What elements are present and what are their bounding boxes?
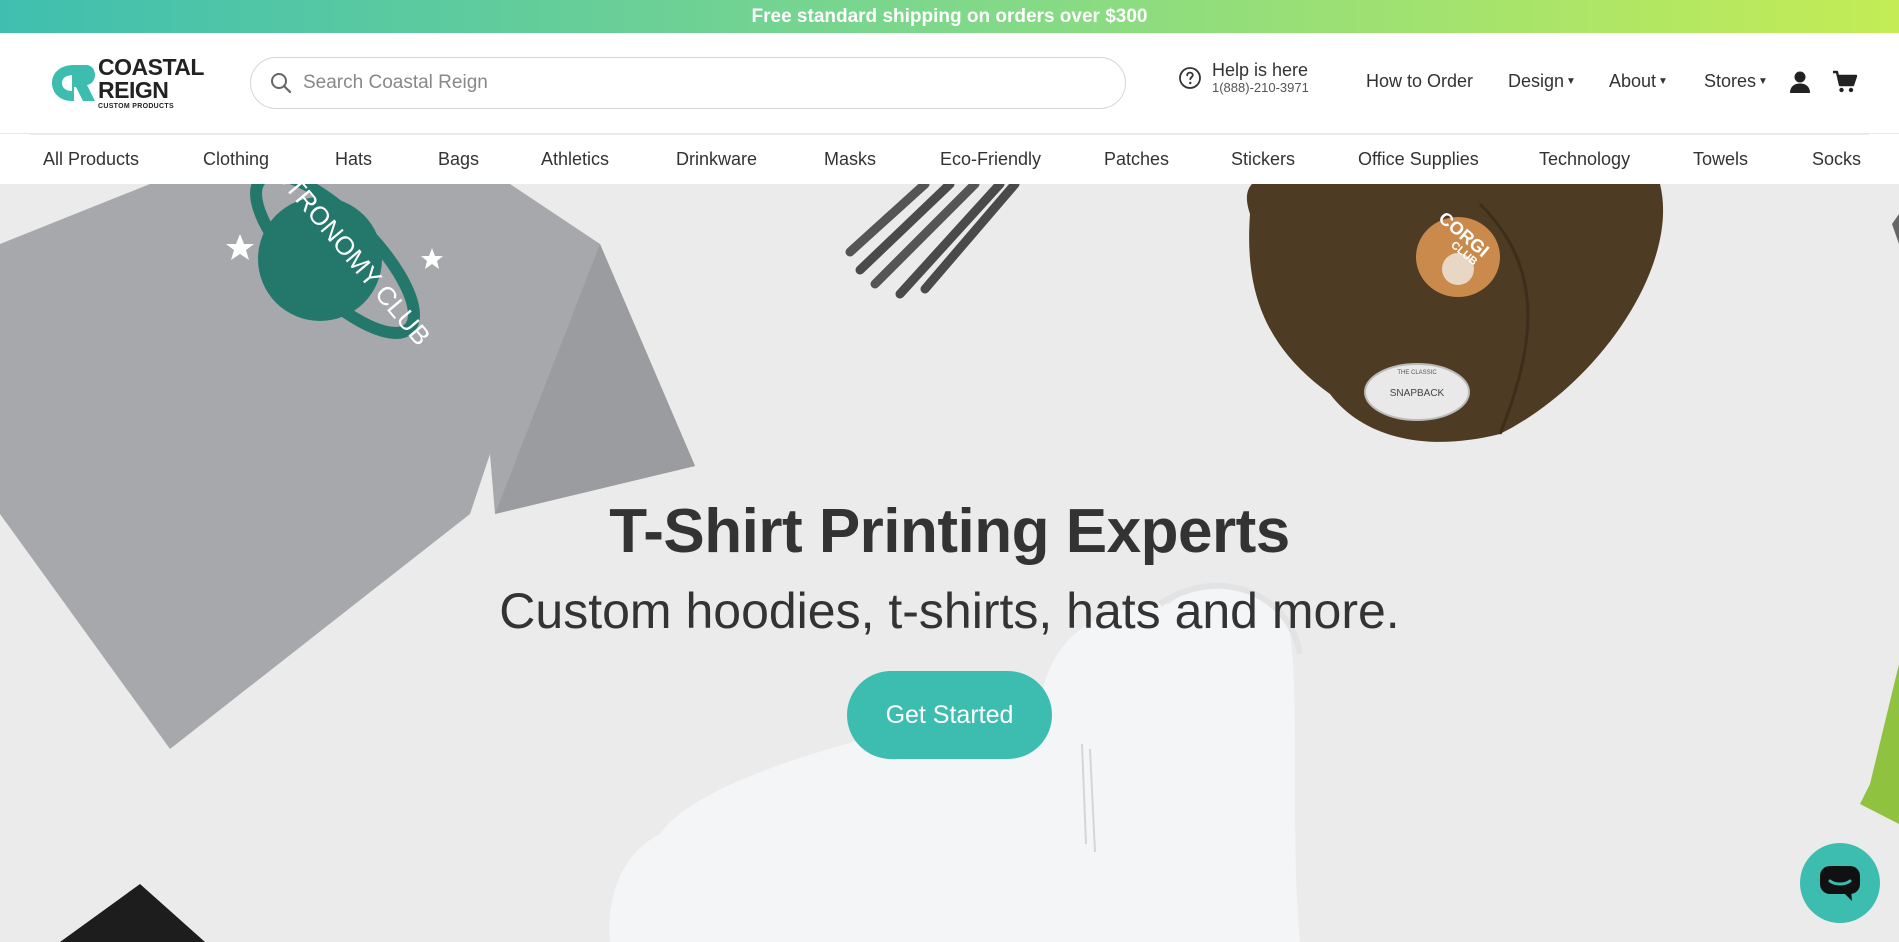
hat-patch-top: THE CLASSIC — [1397, 370, 1437, 376]
caret-down-icon: ▼ — [1566, 76, 1576, 87]
category-all-products[interactable]: All Products — [43, 149, 139, 170]
category-hats[interactable]: Hats — [335, 149, 372, 170]
get-started-button[interactable]: Get Started — [847, 671, 1052, 759]
tshirt-image: ASTRONOMY CLUB — [0, 184, 695, 749]
category-nav: All Products Clothing Hats Bags Athletic… — [0, 133, 1899, 184]
brand-tagline: CUSTOM PRODUCTS — [98, 103, 174, 110]
search-icon — [271, 73, 292, 94]
category-socks[interactable]: Socks — [1812, 149, 1861, 170]
green-product-image — [1860, 664, 1899, 824]
nav-about[interactable]: About ▼ — [1609, 71, 1668, 92]
cart-icon[interactable] — [1832, 69, 1858, 95]
help-phone[interactable]: 1(888)-210-3971 — [1212, 80, 1309, 95]
promo-text: Free standard shipping on orders over $3… — [751, 5, 1148, 27]
chat-icon — [1820, 866, 1860, 901]
hero-section: ASTRONOMY CLUB CORGI CLUB THE CLASSIC SN… — [0, 184, 1899, 942]
search-bar[interactable] — [250, 57, 1126, 109]
divider — [30, 134, 1869, 135]
help-icon — [1179, 67, 1201, 89]
brand-line2: REIGN — [98, 77, 169, 103]
caret-down-icon: ▼ — [1658, 76, 1668, 87]
nav-design-label: Design — [1508, 71, 1565, 91]
caret-down-icon: ▼ — [1758, 76, 1768, 87]
category-office-supplies[interactable]: Office Supplies — [1358, 149, 1479, 170]
nav-about-label: About — [1609, 71, 1657, 91]
nav-design[interactable]: Design ▼ — [1508, 71, 1576, 92]
pens-image — [845, 184, 1020, 299]
promo-banner: Free standard shipping on orders over $3… — [0, 0, 1899, 33]
site-header: COASTAL REIGN CUSTOM PRODUCTS Help is he… — [0, 33, 1899, 133]
category-towels[interactable]: Towels — [1693, 149, 1748, 170]
nav-how-to-order[interactable]: How to Order — [1366, 71, 1473, 92]
category-stickers[interactable]: Stickers — [1231, 149, 1295, 170]
brand-wordmark: COASTAL REIGN CUSTOM PRODUCTS — [98, 54, 204, 111]
black-product-image — [60, 884, 205, 942]
category-athletics[interactable]: Athletics — [541, 149, 609, 170]
help-title: Help is here — [1212, 60, 1309, 80]
brand-line1: COASTAL — [98, 54, 204, 80]
help-contact[interactable]: Help is here 1(888)-210-3971 — [1178, 60, 1309, 95]
category-masks[interactable]: Masks — [824, 149, 876, 170]
hero-title: T-Shirt Printing Experts — [609, 497, 1290, 566]
dark-product-image — [1892, 214, 1899, 244]
nav-how-to-order-label: How to Order — [1366, 71, 1474, 91]
hat-patch-text: SNAPBACK — [1390, 388, 1445, 399]
hat-image: CORGI CLUB THE CLASSIC SNAPBACK — [1246, 184, 1664, 442]
category-eco-friendly[interactable]: Eco-Friendly — [940, 149, 1041, 170]
category-drinkware[interactable]: Drinkware — [676, 149, 757, 170]
logo-mark-icon — [52, 65, 95, 101]
hero-subtitle: Custom hoodies, t-shirts, hats and more. — [499, 583, 1400, 639]
chat-button[interactable] — [1800, 843, 1880, 923]
nav-stores[interactable]: Stores ▼ — [1704, 71, 1768, 92]
category-patches[interactable]: Patches — [1104, 149, 1169, 170]
search-input[interactable] — [303, 72, 1103, 94]
category-bags[interactable]: Bags — [438, 149, 479, 170]
category-technology[interactable]: Technology — [1539, 149, 1630, 170]
brand-logo[interactable]: COASTAL REIGN CUSTOM PRODUCTS — [50, 55, 215, 111]
category-clothing[interactable]: Clothing — [203, 149, 269, 170]
account-icon[interactable] — [1787, 69, 1813, 95]
nav-stores-label: Stores — [1704, 71, 1757, 91]
